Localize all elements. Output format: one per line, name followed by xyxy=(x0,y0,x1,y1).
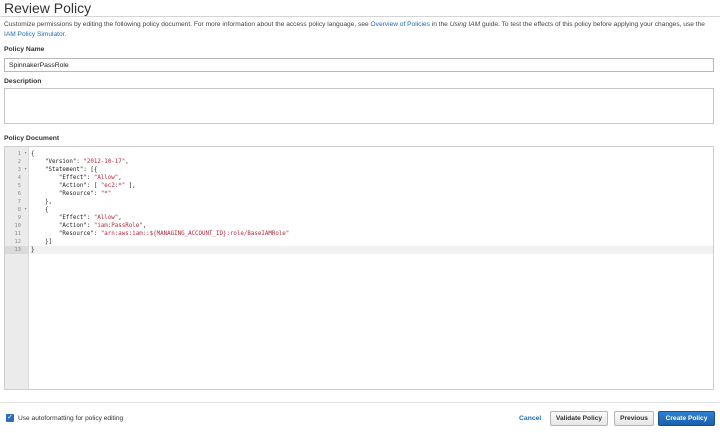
code-token: , xyxy=(142,223,147,229)
intro-part2: in the xyxy=(429,21,450,28)
code-line[interactable]: "Resource": "*" xyxy=(30,190,713,198)
code-token: "Resource": xyxy=(31,191,101,197)
code-string-token: "ec2:*" xyxy=(100,183,126,189)
code-token: , xyxy=(125,159,129,165)
line-number: 7 xyxy=(5,198,29,206)
policy-document-label: Policy Document xyxy=(4,135,60,142)
line-number-text: 13 xyxy=(14,247,22,253)
cancel-button[interactable]: Cancel xyxy=(519,415,541,422)
code-string-token: "arn:aws:iam::${MANAGING_ACCOUNT_ID}:rol… xyxy=(100,231,290,237)
line-number-text: 6 xyxy=(17,191,21,197)
previous-button[interactable]: Previous xyxy=(614,411,654,426)
validate-policy-button[interactable]: Validate Policy xyxy=(550,411,608,426)
intro-part3: guide. To test the effects of this polic… xyxy=(480,21,705,28)
line-number: 1 ▾ xyxy=(5,150,29,158)
code-token: "Effect": xyxy=(31,175,94,181)
code-line[interactable]: "Statement": [{ xyxy=(30,166,713,174)
line-number: 4 xyxy=(5,174,29,182)
line-number: 3 ▾ xyxy=(5,166,29,174)
intro-guide-name: Using IAM xyxy=(449,21,481,28)
code-token: }, xyxy=(31,199,52,205)
code-line[interactable]: } xyxy=(30,246,713,254)
editor-gutter: 1 ▾ 2 3 ▾ 4 5 6 7 8 ▾ 9 10 11 12 13 xyxy=(5,147,29,389)
iam-policy-simulator-link[interactable]: IAM Policy Simulator xyxy=(4,31,64,38)
code-token: "Action": [ xyxy=(31,183,101,189)
footer-divider xyxy=(0,402,720,403)
checkmark-icon: ✓ xyxy=(7,414,13,421)
line-number: 13 xyxy=(5,246,29,254)
intro-part1: Customize permissions by editing the fol… xyxy=(4,21,371,28)
line-number: 5 xyxy=(5,182,29,190)
code-line[interactable]: "Effect": "Allow", xyxy=(30,174,713,182)
code-line[interactable]: { xyxy=(30,206,713,214)
code-token: , xyxy=(118,215,122,221)
code-token: ], xyxy=(125,183,136,189)
code-token: "Version": xyxy=(31,159,84,165)
code-token: "Statement": [{ xyxy=(31,167,98,173)
code-token: , xyxy=(118,175,122,181)
line-number-text: 3 xyxy=(17,167,21,173)
line-number: 8 ▾ xyxy=(5,206,29,214)
code-token: } xyxy=(31,247,35,253)
code-line[interactable]: "Action": "iam:PassRole", xyxy=(30,222,713,230)
editor-code-area[interactable]: { "Version": "2012-10-17", "Statement": … xyxy=(30,147,713,389)
line-number-text: 7 xyxy=(17,199,21,205)
code-token: "Resource": xyxy=(31,231,101,237)
policy-name-label: Policy Name xyxy=(4,46,45,53)
code-line[interactable]: "Effect": "Allow", xyxy=(30,214,713,222)
line-number: 6 xyxy=(5,190,29,198)
code-line[interactable]: "Version": "2012-10-17", xyxy=(30,158,713,166)
page-title: Review Policy xyxy=(4,0,92,16)
description-label: Description xyxy=(4,78,42,85)
line-number-text: 9 xyxy=(17,215,21,221)
line-number-text: 4 xyxy=(17,175,21,181)
overview-of-policies-link[interactable]: Overview of Policies xyxy=(371,21,430,28)
line-number-text: 8 xyxy=(17,207,21,213)
code-string-token: "2012-10-17" xyxy=(83,159,126,165)
code-string-token: "*" xyxy=(100,191,112,197)
code-string-token: "Allow" xyxy=(93,175,119,181)
create-policy-button[interactable]: Create Policy xyxy=(658,411,715,426)
policy-document-editor[interactable]: 1 ▾ 2 3 ▾ 4 5 6 7 8 ▾ 9 10 11 12 13 { "Version": "2012-… xyxy=(4,146,714,390)
line-number-text: 2 xyxy=(17,159,21,165)
code-line[interactable]: "Resource": "arn:aws:iam::${MANAGING_ACC… xyxy=(30,230,713,238)
intro-part4: . xyxy=(64,31,67,38)
line-number: 2 xyxy=(5,158,29,166)
policy-name-input[interactable] xyxy=(4,58,714,72)
fold-arrow-icon[interactable]: ▾ xyxy=(24,206,27,214)
line-number: 10 xyxy=(5,222,29,230)
line-number: 12 xyxy=(5,238,29,246)
line-number-text: 1 xyxy=(17,151,21,157)
code-token: "Action": xyxy=(31,223,94,229)
autoformat-checkbox[interactable]: ✓ xyxy=(6,414,14,422)
line-number-text: 12 xyxy=(14,239,22,245)
description-textarea[interactable] xyxy=(4,88,714,124)
code-string-token: "iam:PassRole" xyxy=(93,223,143,229)
line-number-text: 11 xyxy=(14,231,22,237)
code-line[interactable]: { xyxy=(30,150,713,158)
code-token: }] xyxy=(31,239,52,245)
code-token: { xyxy=(31,207,49,213)
fold-arrow-icon[interactable]: ▾ xyxy=(24,150,27,158)
line-number: 9 xyxy=(5,214,29,222)
code-line[interactable]: }] xyxy=(30,238,713,246)
title-divider xyxy=(0,16,720,17)
code-token: "Effect": xyxy=(31,215,94,221)
code-line[interactable]: }, xyxy=(30,198,713,206)
line-number-text: 5 xyxy=(17,183,21,189)
code-string-token: "Allow" xyxy=(93,215,119,221)
line-number: 11 xyxy=(5,230,29,238)
code-token: { xyxy=(31,151,35,157)
code-line[interactable]: "Action": [ "ec2:*" ], xyxy=(30,182,713,190)
autoformat-label: Use autoformatting for policy editing xyxy=(18,415,124,422)
fold-arrow-icon[interactable]: ▾ xyxy=(24,166,27,174)
line-number-text: 10 xyxy=(14,223,22,229)
intro-text: Customize permissions by editing the fol… xyxy=(4,20,716,40)
